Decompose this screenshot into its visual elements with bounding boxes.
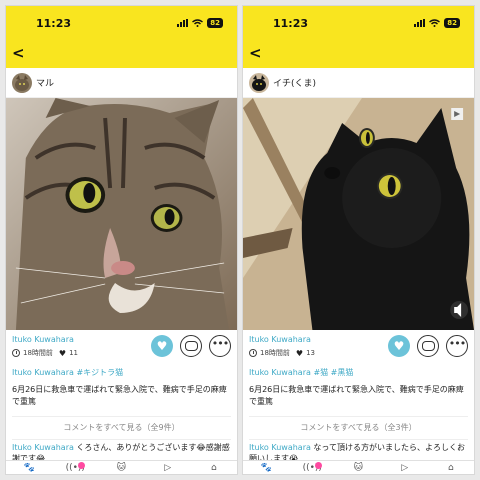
comment-author-link[interactable]: Ituko Kuwahara	[12, 443, 74, 452]
play-icon[interactable]: ▷	[395, 463, 415, 473]
post-meta: 18時間前 ♥ 11	[12, 348, 78, 358]
more-options-button[interactable]: •••	[446, 335, 468, 357]
paw-icon[interactable]: 🐾	[19, 463, 39, 473]
divider	[249, 439, 468, 440]
more-options-button[interactable]: •••	[209, 335, 231, 357]
house-icon[interactable]: ⌂	[204, 463, 224, 473]
status-bar: 11:23 82	[243, 6, 474, 40]
post-panel-left: 11:23 82 < マル Ituko Kuwahara 18時間前 ♥ 11 …	[5, 5, 238, 475]
broadcast-icon[interactable]: ((•))	[302, 461, 323, 473]
user-row[interactable]: イチ(くま)	[243, 68, 474, 98]
action-row: Ituko Kuwahara 18時間前 ♥ 11 ♥ •••	[6, 330, 237, 370]
caption-text: 6月26日に救急車で運ばれて緊急入院で、難病で手足の麻痺で重篤	[249, 385, 464, 406]
caption-block: Ituko Kuwahara #キジトラ猫 6月26日に救急車で運ばれて緊急入院…	[6, 366, 237, 408]
comment-button[interactable]	[417, 335, 439, 357]
signal-icon	[177, 19, 189, 27]
comment-author-link[interactable]: Ituko Kuwahara	[249, 443, 311, 452]
battery-icon: 82	[444, 18, 460, 28]
tag-author-link[interactable]: Ituko Kuwahara	[249, 368, 311, 377]
author-link[interactable]: Ituko Kuwahara	[12, 335, 74, 344]
heart-count-icon: ♥	[295, 348, 304, 358]
status-icons: 82	[177, 18, 223, 28]
tag-line: Ituko Kuwahara #猫 #黒猫	[249, 366, 468, 380]
back-chevron-icon[interactable]: <	[249, 44, 262, 62]
view-all-comments-link[interactable]: コメントをすべて見る（全9件）	[6, 422, 237, 438]
divider	[12, 416, 231, 417]
tag-line: Ituko Kuwahara #キジトラ猫	[12, 366, 231, 380]
speaker-icon[interactable]	[450, 301, 468, 319]
status-time: 11:23	[273, 17, 309, 30]
like-button[interactable]: ♥	[151, 335, 173, 357]
comment-button[interactable]	[180, 335, 202, 357]
time-ago: 18時間前	[260, 349, 290, 357]
tag-author-link[interactable]: Ituko Kuwahara	[12, 368, 74, 377]
caption-block: Ituko Kuwahara #猫 #黒猫 6月26日に救急車で運ばれて緊急入院…	[243, 366, 474, 408]
avatar[interactable]	[12, 73, 32, 93]
divider	[12, 439, 231, 440]
nav-bar: <	[6, 40, 237, 68]
house-icon[interactable]: ⌂	[441, 463, 461, 473]
post-photo[interactable]	[243, 98, 474, 330]
clock-icon	[249, 349, 257, 357]
divider	[249, 416, 468, 417]
like-count: 13	[306, 349, 316, 357]
signal-icon	[414, 19, 426, 27]
avatar[interactable]	[249, 73, 269, 93]
post-photo[interactable]	[6, 98, 237, 330]
like-count: 11	[69, 349, 79, 357]
status-time: 11:23	[36, 17, 72, 30]
user-row[interactable]: マル	[6, 68, 237, 98]
nav-bar: <	[243, 40, 474, 68]
cat-face-icon[interactable]: 🐱	[348, 463, 368, 473]
time-ago: 18時間前	[23, 349, 53, 357]
clock-icon	[12, 349, 20, 357]
notification-badge	[78, 461, 86, 469]
post-panel-right: 11:23 82 < イチ(くま) Ituko Kuwahara 18時間前 ♥…	[242, 5, 475, 475]
cat-face-icon[interactable]: 🐱	[111, 463, 131, 473]
username[interactable]: マル	[36, 76, 54, 89]
post-meta: 18時間前 ♥ 13	[249, 348, 315, 358]
notification-badge	[315, 461, 323, 469]
hashtag-link[interactable]: #猫 #黒猫	[313, 368, 353, 377]
like-button[interactable]: ♥	[388, 335, 410, 357]
wifi-icon	[429, 19, 441, 27]
status-bar: 11:23 82	[6, 6, 237, 40]
status-icons: 82	[414, 18, 460, 28]
hashtag-link[interactable]: #キジトラ猫	[76, 368, 123, 377]
tab-bar: 🐾 ((•)) 🐱 ▷ ⌂	[6, 460, 237, 474]
wifi-icon	[192, 19, 204, 27]
caption-text: 6月26日に救急車で運ばれて緊急入院で、難病で手足の麻痺で重篤	[12, 385, 227, 406]
play-icon[interactable]: ▷	[158, 463, 178, 473]
heart-count-icon: ♥	[58, 348, 67, 358]
username[interactable]: イチ(くま)	[273, 76, 316, 89]
action-row: Ituko Kuwahara 18時間前 ♥ 13 ♥ •••	[243, 330, 474, 370]
battery-icon: 82	[207, 18, 223, 28]
back-chevron-icon[interactable]: <	[12, 44, 25, 62]
tab-bar: 🐾 ((•)) 🐱 ▷ ⌂	[243, 460, 474, 474]
author-link[interactable]: Ituko Kuwahara	[249, 335, 311, 344]
paw-icon[interactable]: 🐾	[256, 463, 276, 473]
view-all-comments-link[interactable]: コメントをすべて見る（全3件）	[243, 422, 474, 438]
broadcast-icon[interactable]: ((•))	[65, 461, 86, 473]
